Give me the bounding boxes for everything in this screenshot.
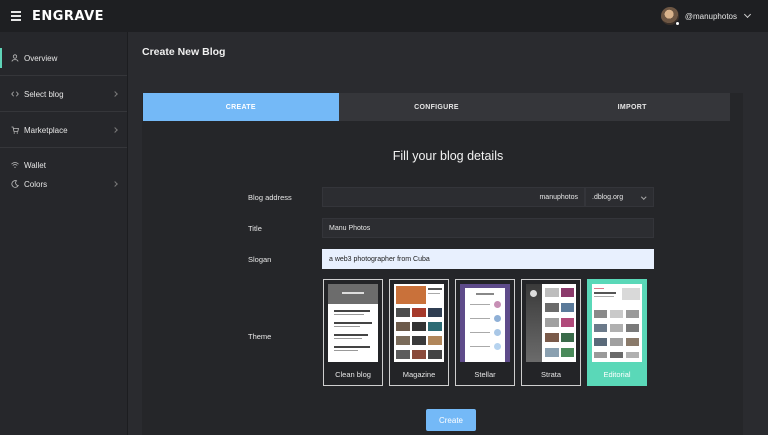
sidebar-item-label: Wallet <box>24 160 46 170</box>
step-tabs: CREATE CONFIGURE IMPORT <box>143 93 731 121</box>
theme-option-magazine[interactable]: Magazine <box>389 279 449 386</box>
menu-icon[interactable] <box>11 11 21 21</box>
tab-import[interactable]: IMPORT <box>534 93 731 121</box>
status-dot <box>674 21 680 26</box>
create-button[interactable]: Create <box>426 409 476 431</box>
theme-preview <box>460 284 510 362</box>
logo-text: ENGRAVE <box>32 9 105 24</box>
blog-address-label: Blog address <box>248 193 292 202</box>
sidebar-item-label: Overview <box>24 53 58 63</box>
divider <box>0 75 127 76</box>
title-value: Manu Photos <box>329 224 371 232</box>
sidebar-item-overview[interactable]: Overview <box>0 48 127 68</box>
title-input[interactable]: Manu Photos <box>322 218 654 238</box>
theme-preview <box>592 284 642 362</box>
sidebar-item-label: Colors <box>24 179 48 189</box>
theme-name: Magazine <box>402 370 436 379</box>
sidebar-item-colors[interactable]: Colors <box>0 174 127 194</box>
theme-option-editorial[interactable]: Editorial <box>587 279 647 386</box>
slogan-label: Slogan <box>248 255 272 264</box>
tab-configure[interactable]: CONFIGURE <box>338 93 535 121</box>
theme-option-stellar[interactable]: Stellar <box>455 279 515 386</box>
theme-option-strata[interactable]: Strata <box>521 279 581 386</box>
slogan-value: a web3 photographer from Cuba <box>329 255 430 263</box>
theme-label: Theme <box>248 332 272 341</box>
wifi-icon <box>11 161 19 169</box>
slogan-input[interactable]: a web3 photographer from Cuba <box>322 249 654 269</box>
sidebar: Overview Select blog Marketplace Wallet … <box>0 32 128 435</box>
code-icon <box>11 90 19 98</box>
page-title: Create New Blog <box>142 46 226 58</box>
divider <box>0 111 127 112</box>
title-label: Title <box>248 224 262 233</box>
cart-icon <box>11 126 19 134</box>
top-bar: ENGRAVE @manuphotos <box>0 0 768 32</box>
domain-select[interactable]: .dblog.org <box>585 187 654 207</box>
blog-address-input[interactable]: manuphotos <box>322 187 585 207</box>
form-title: Fill your blog details <box>392 149 504 163</box>
theme-option-clean-blog[interactable]: Clean blog <box>323 279 383 386</box>
sidebar-item-label: Select blog <box>24 89 64 99</box>
moon-icon <box>11 180 19 188</box>
tab-create[interactable]: CREATE <box>143 93 339 121</box>
chevron-right-icon <box>112 127 118 133</box>
user-menu[interactable]: @manuphotos <box>660 6 752 26</box>
logo[interactable]: ENGRAVE <box>32 9 104 24</box>
theme-preview <box>394 284 444 362</box>
user-icon <box>11 54 19 62</box>
theme-preview <box>526 284 576 362</box>
chevron-right-icon <box>112 181 118 187</box>
theme-name: Editorial <box>603 370 631 379</box>
username: @manuphotos <box>684 11 737 21</box>
theme-preview <box>328 284 378 362</box>
sidebar-item-wallet[interactable]: Wallet <box>0 155 127 175</box>
theme-name: Strata <box>540 370 561 379</box>
domain-value: .dblog.org <box>592 193 624 201</box>
divider <box>0 147 127 148</box>
avatar[interactable] <box>660 7 680 26</box>
chevron-down-icon[interactable] <box>743 10 752 19</box>
theme-name: Clean blog <box>335 370 371 379</box>
sidebar-item-marketplace[interactable]: Marketplace <box>0 120 127 140</box>
blog-address-value: manuphotos <box>539 193 578 201</box>
theme-name: Stellar <box>474 370 496 379</box>
chevron-down-icon <box>640 194 646 200</box>
main-content: Create New Blog CREATE CONFIGURE IMPORT … <box>128 32 768 435</box>
sidebar-item-select-blog[interactable]: Select blog <box>0 84 127 104</box>
sidebar-item-label: Marketplace <box>24 125 68 135</box>
chevron-right-icon <box>112 91 118 97</box>
